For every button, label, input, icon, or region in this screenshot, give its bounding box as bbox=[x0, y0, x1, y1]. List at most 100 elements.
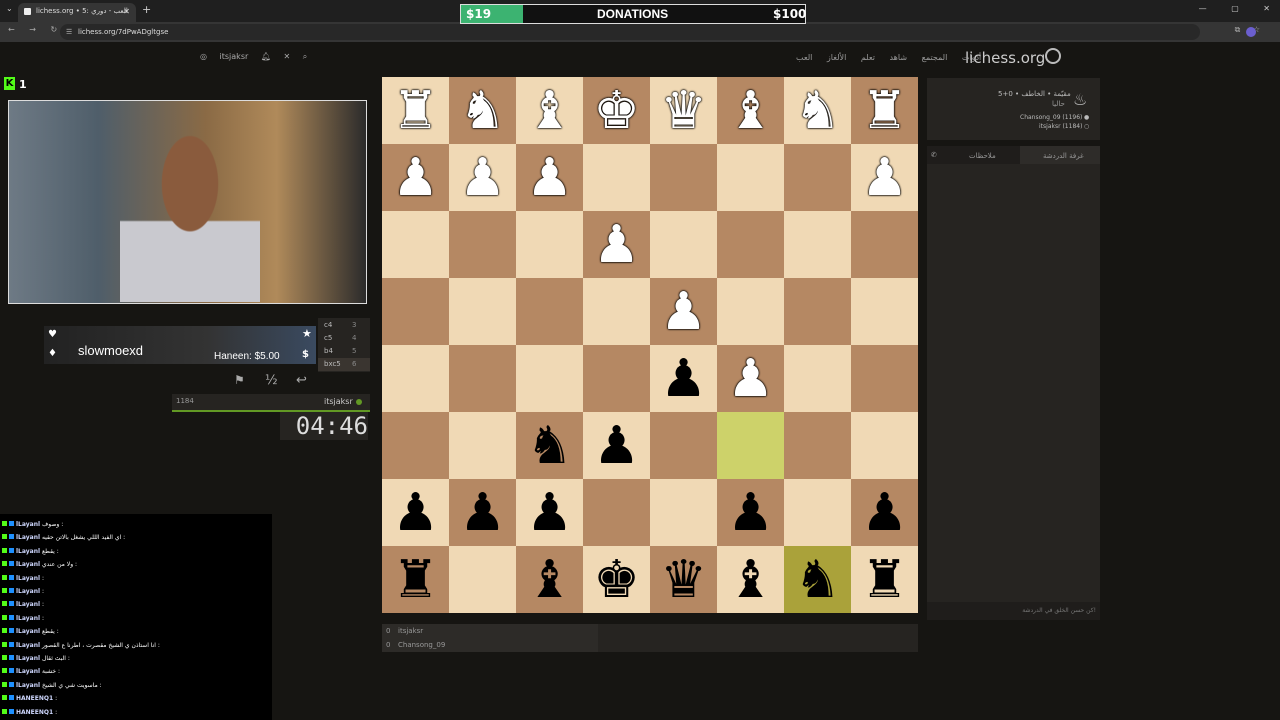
nav-community[interactable]: المجتمع bbox=[922, 53, 948, 62]
board-square[interactable]: ♝ bbox=[717, 77, 784, 144]
white-knight-icon[interactable]: ♞ bbox=[794, 85, 841, 137]
chat-username[interactable]: lLayanl bbox=[16, 575, 40, 582]
black-pawn-icon[interactable]: ♟ bbox=[459, 487, 506, 539]
chat-username[interactable]: lLayanl bbox=[16, 588, 40, 595]
new-tab-button[interactable]: + bbox=[142, 3, 151, 16]
move-row-current[interactable]: bxc5 6 bbox=[318, 358, 370, 371]
board-square[interactable]: ♚ bbox=[583, 77, 650, 144]
board-square[interactable] bbox=[516, 278, 583, 345]
move-row[interactable]: b4 5 bbox=[318, 345, 370, 358]
board-square[interactable]: ♟ bbox=[851, 479, 918, 546]
back-icon[interactable]: ← bbox=[8, 25, 15, 34]
board-square[interactable] bbox=[583, 479, 650, 546]
board-square[interactable] bbox=[583, 345, 650, 412]
nav-puzzles[interactable]: الألغاز bbox=[827, 53, 846, 62]
self-username[interactable]: itsjaksr bbox=[324, 397, 353, 406]
tab-list-button[interactable]: ⌄ bbox=[6, 4, 13, 13]
site-info-icon[interactable]: ☰ bbox=[66, 24, 72, 40]
board-square[interactable]: ♟ bbox=[583, 211, 650, 278]
board-square[interactable] bbox=[516, 211, 583, 278]
black-bishop-icon[interactable]: ♝ bbox=[526, 554, 573, 606]
black-king-icon[interactable]: ♚ bbox=[593, 554, 640, 606]
board-square[interactable] bbox=[851, 412, 918, 479]
board-square[interactable] bbox=[650, 144, 717, 211]
board-square[interactable] bbox=[583, 278, 650, 345]
chat-username[interactable]: HANEENQ1 bbox=[16, 709, 53, 716]
board-square[interactable] bbox=[717, 278, 784, 345]
white-pawn-icon[interactable]: ♟ bbox=[660, 286, 707, 338]
board-square[interactable] bbox=[449, 345, 516, 412]
board-square[interactable] bbox=[650, 479, 717, 546]
resign-flag-icon[interactable]: ⚑ bbox=[234, 373, 245, 387]
offer-draw-button[interactable]: ½ bbox=[265, 373, 278, 388]
chess-board[interactable]: ♜ ♞ ♝ ♚ ♛ ♝ ♞ ♜ ♟ ♟ ♟ ♟ ♟ ♟ ♟ ♟ ♞ ♟ ♟ ♟ ♟ ♟ ♟ ♜ ♝ ♚ ♛ ♝ ♞ ♜ bbox=[382, 77, 918, 613]
install-icon[interactable]: ⧉ bbox=[1235, 25, 1241, 34]
chat-username[interactable]: HANEENQ1 bbox=[16, 695, 53, 702]
tab-close-icon[interactable]: ✕ bbox=[123, 3, 130, 20]
white-player[interactable]: Chansong_09 (1196) bbox=[1020, 114, 1082, 121]
board-square[interactable] bbox=[583, 144, 650, 211]
chat-username[interactable]: lLayanl bbox=[16, 615, 40, 622]
board-square[interactable] bbox=[449, 211, 516, 278]
close-icon[interactable]: ✕ bbox=[284, 52, 291, 61]
board-square[interactable]: ♜ bbox=[382, 77, 449, 144]
chat-username[interactable]: lLayanl bbox=[16, 601, 40, 608]
board-square[interactable] bbox=[449, 412, 516, 479]
nav-watch[interactable]: شاهد bbox=[889, 53, 907, 62]
black-pawn-icon[interactable]: ♟ bbox=[727, 487, 774, 539]
board-square[interactable] bbox=[784, 479, 851, 546]
lichess-logo-icon[interactable] bbox=[1045, 48, 1061, 64]
board-square[interactable] bbox=[717, 412, 784, 479]
board-square[interactable]: ♟ bbox=[851, 144, 918, 211]
player-name[interactable]: itsjaksr bbox=[398, 627, 423, 635]
close-window-button[interactable]: ✕ bbox=[1263, 4, 1270, 13]
white-pawn-icon[interactable]: ♟ bbox=[392, 152, 439, 204]
board-square[interactable]: ♛ bbox=[650, 77, 717, 144]
board-square[interactable]: ♟ bbox=[516, 479, 583, 546]
white-pawn-icon[interactable]: ♟ bbox=[459, 152, 506, 204]
board-square[interactable]: ♞ bbox=[449, 77, 516, 144]
black-queen-icon[interactable]: ♛ bbox=[660, 554, 707, 606]
nav-tools[interactable]: أدوات bbox=[962, 53, 981, 62]
tab-chat-room-label[interactable]: غرفة الدردشة bbox=[1043, 152, 1084, 160]
chat-username[interactable]: lLayanl bbox=[16, 561, 40, 568]
chat-input[interactable]: كن حسن الخلق في الدردشة! bbox=[927, 602, 1100, 620]
maximize-button[interactable]: ▢ bbox=[1231, 4, 1239, 13]
chat-username[interactable]: lLayanl bbox=[16, 655, 40, 662]
phone-icon[interactable]: ✆ bbox=[931, 151, 937, 159]
url-input[interactable]: ☰ lichess.org/7dPwADgltgse bbox=[60, 24, 1200, 40]
board-square[interactable]: ♟ bbox=[717, 479, 784, 546]
white-bishop-icon[interactable]: ♝ bbox=[727, 85, 774, 137]
board-square[interactable] bbox=[784, 345, 851, 412]
minimize-button[interactable]: — bbox=[1199, 4, 1207, 13]
board-square[interactable]: ♜ bbox=[851, 546, 918, 613]
white-pawn-icon[interactable]: ♟ bbox=[526, 152, 573, 204]
move-row[interactable]: c5 4 bbox=[318, 332, 370, 345]
chat-username[interactable]: lLayanl bbox=[16, 521, 40, 528]
white-pawn-icon[interactable]: ♟ bbox=[727, 353, 774, 405]
board-square[interactable] bbox=[784, 278, 851, 345]
nav-learn[interactable]: تعلم bbox=[861, 53, 875, 62]
board-square[interactable]: ♜ bbox=[382, 546, 449, 613]
board-square[interactable]: ♟ bbox=[449, 144, 516, 211]
board-square[interactable]: ♜ bbox=[851, 77, 918, 144]
tab-notes[interactable]: ملاحظات bbox=[969, 152, 996, 160]
board-square[interactable]: ♞ bbox=[516, 412, 583, 479]
black-bishop-icon[interactable]: ♝ bbox=[727, 554, 774, 606]
board-square[interactable] bbox=[717, 144, 784, 211]
user-icon[interactable]: ◎ bbox=[200, 52, 207, 61]
board-square[interactable] bbox=[382, 412, 449, 479]
board-square[interactable] bbox=[650, 211, 717, 278]
browser-tab[interactable]: lichess.org • العب - دوري :5 ✕ bbox=[18, 3, 136, 22]
bell-icon[interactable]: 🔔︎ bbox=[261, 52, 271, 61]
chat-username[interactable]: lLayanl bbox=[16, 642, 40, 649]
board-square[interactable] bbox=[382, 211, 449, 278]
board-square[interactable] bbox=[449, 546, 516, 613]
black-pawn-icon[interactable]: ♟ bbox=[861, 487, 908, 539]
board-square[interactable]: ♞ bbox=[784, 546, 851, 613]
profile-avatar[interactable] bbox=[1246, 27, 1256, 37]
board-square[interactable]: ♝ bbox=[516, 77, 583, 144]
board-square[interactable]: ♞ bbox=[784, 77, 851, 144]
black-knight-icon[interactable]: ♞ bbox=[794, 554, 841, 606]
board-square[interactable]: ♟ bbox=[650, 345, 717, 412]
